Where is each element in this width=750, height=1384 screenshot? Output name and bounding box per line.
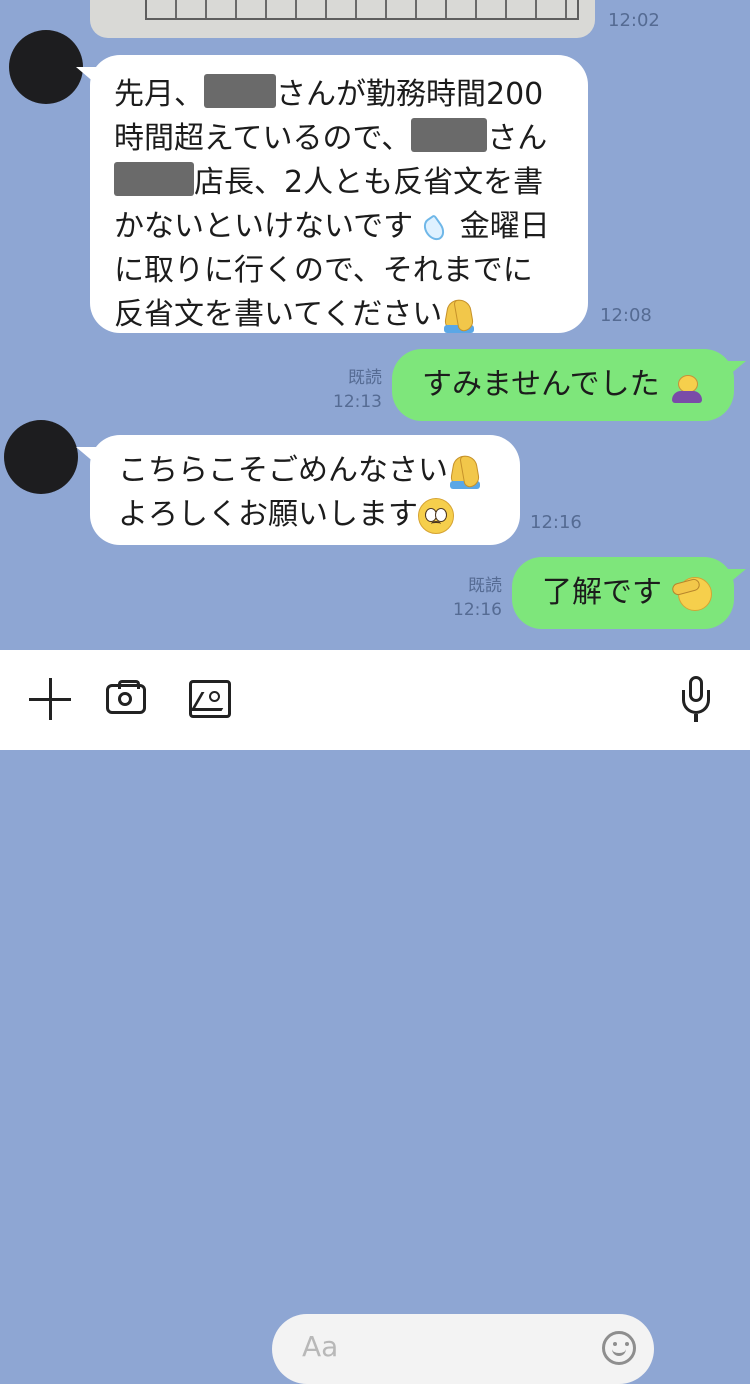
folded-hands-icon <box>442 299 476 333</box>
message-line: よろしくお願いします <box>118 493 520 537</box>
message-time: 12:08 <box>600 305 652 326</box>
saluting-face-icon <box>672 576 712 611</box>
message-input[interactable]: Aa <box>272 1314 654 1384</box>
avatar[interactable] <box>4 420 78 494</box>
microphone-icon[interactable] <box>670 673 722 725</box>
message-line: 時間超えているので、 さん <box>114 117 566 161</box>
message-time: 12:02 <box>608 10 660 31</box>
input-placeholder: Aa <box>302 1330 339 1363</box>
sweat-droplet-icon <box>423 215 441 241</box>
message-text: すみませんでした <box>422 367 660 402</box>
read-receipt: 既読 12:16 <box>453 576 502 620</box>
camera-icon[interactable] <box>100 673 152 725</box>
redacted-name <box>204 74 276 108</box>
camera-icon-shape <box>106 680 146 714</box>
message-line: 先月、 さんが勤務時間200 <box>114 73 566 117</box>
outgoing-message-bubble[interactable]: 了解です <box>512 557 734 629</box>
pleading-face-icon <box>418 497 454 534</box>
message-compose-bar: Aa <box>0 650 750 1384</box>
avatar[interactable] <box>9 30 83 104</box>
chat-area[interactable]: 12:02 先月、 さんが勤務時間200 時間超えているので、 さん 店長、2人とも… <box>0 0 750 650</box>
plus-icon[interactable] <box>24 673 76 725</box>
folded-hands-icon <box>448 455 482 489</box>
message-line: かないといけないです 金曜日 <box>114 209 550 244</box>
sent-image-preview[interactable] <box>90 0 595 38</box>
redacted-name <box>411 118 488 152</box>
smile-icon[interactable] <box>602 1331 636 1365</box>
image-icon[interactable] <box>184 673 236 725</box>
outgoing-message-bubble[interactable]: すみませんでした <box>392 349 734 421</box>
image-grid <box>145 0 579 20</box>
message-line: 店長、2人とも反省文を書 <box>114 161 566 205</box>
message-text: 了解です <box>542 575 662 610</box>
message-line: 反省文を書いてください <box>114 293 566 337</box>
incoming-message-bubble[interactable]: こちらこそごめんなさい よろしくお願いします <box>90 435 520 545</box>
image-icon-shape <box>189 680 231 718</box>
message-line: こちらこそごめんなさい <box>118 449 520 493</box>
person-bowing-icon <box>669 369 705 403</box>
message-time: 12:16 <box>530 512 582 533</box>
message-line: に取りに行くので、それまでに <box>114 253 533 288</box>
microphone-icon-shape <box>681 676 711 722</box>
read-receipt: 既読 12:13 <box>333 368 382 412</box>
incoming-message-bubble[interactable]: 先月、 さんが勤務時間200 時間超えているので、 さん 店長、2人とも反省文を書 … <box>90 55 588 333</box>
redacted-name <box>114 162 194 196</box>
